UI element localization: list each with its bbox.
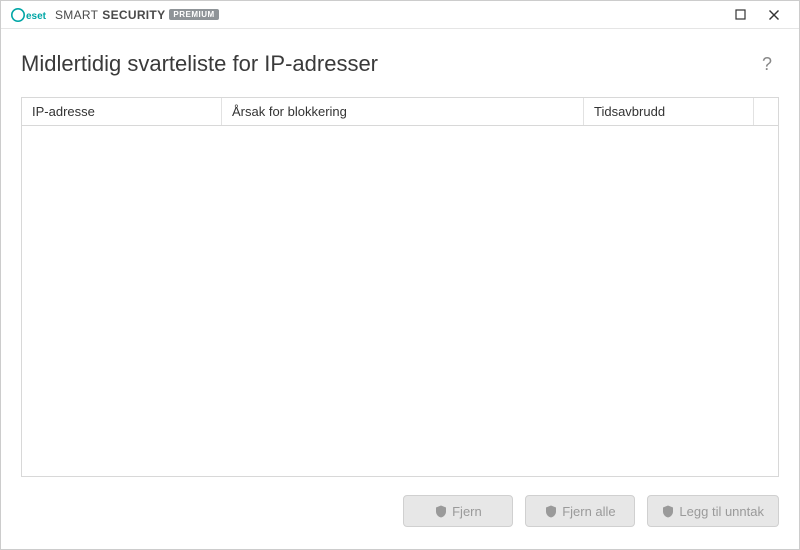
maximize-button[interactable]	[723, 2, 757, 28]
footer: Fjern Fjern alle Legg til unntak	[1, 477, 799, 549]
blacklist-table: IP-adresse Årsak for blokkering Tidsavbr…	[21, 97, 779, 477]
brand: eset SMART SECURITY PREMIUM	[11, 8, 219, 22]
table-header-row: IP-adresse Årsak for blokkering Tidsavbr…	[22, 98, 778, 126]
shield-icon	[435, 505, 447, 518]
header: Midlertidig svarteliste for IP-adresser …	[1, 29, 799, 87]
shield-icon	[545, 505, 557, 518]
remove-all-button-label: Fjern alle	[562, 504, 615, 519]
column-header-reason[interactable]: Årsak for blokkering	[222, 98, 584, 125]
close-button[interactable]	[757, 2, 791, 28]
brand-badge: PREMIUM	[169, 9, 218, 20]
close-icon	[768, 9, 780, 21]
add-exception-button-label: Legg til unntak	[679, 504, 764, 519]
content: IP-adresse Årsak for blokkering Tidsavbr…	[1, 87, 799, 477]
column-header-extra	[754, 98, 778, 125]
brand-text: SMART SECURITY PREMIUM	[55, 8, 219, 22]
remove-all-button[interactable]: Fjern alle	[525, 495, 635, 527]
help-icon: ?	[762, 54, 772, 75]
column-header-timeout[interactable]: Tidsavbrudd	[584, 98, 754, 125]
brand-smart: SMART	[55, 8, 98, 22]
brand-security: SECURITY	[102, 8, 165, 22]
titlebar: eset SMART SECURITY PREMIUM	[1, 1, 799, 29]
remove-button-label: Fjern	[452, 504, 482, 519]
shield-icon	[662, 505, 674, 518]
app-window: eset SMART SECURITY PREMIUM Midlertidig …	[0, 0, 800, 550]
table-body	[22, 126, 778, 476]
svg-text:eset: eset	[26, 11, 47, 22]
maximize-icon	[735, 9, 746, 20]
help-button[interactable]: ?	[755, 52, 779, 76]
eset-logo-icon: eset	[11, 8, 49, 22]
remove-button[interactable]: Fjern	[403, 495, 513, 527]
column-header-ip[interactable]: IP-adresse	[22, 98, 222, 125]
page-title: Midlertidig svarteliste for IP-adresser	[21, 51, 755, 77]
add-exception-button[interactable]: Legg til unntak	[647, 495, 779, 527]
